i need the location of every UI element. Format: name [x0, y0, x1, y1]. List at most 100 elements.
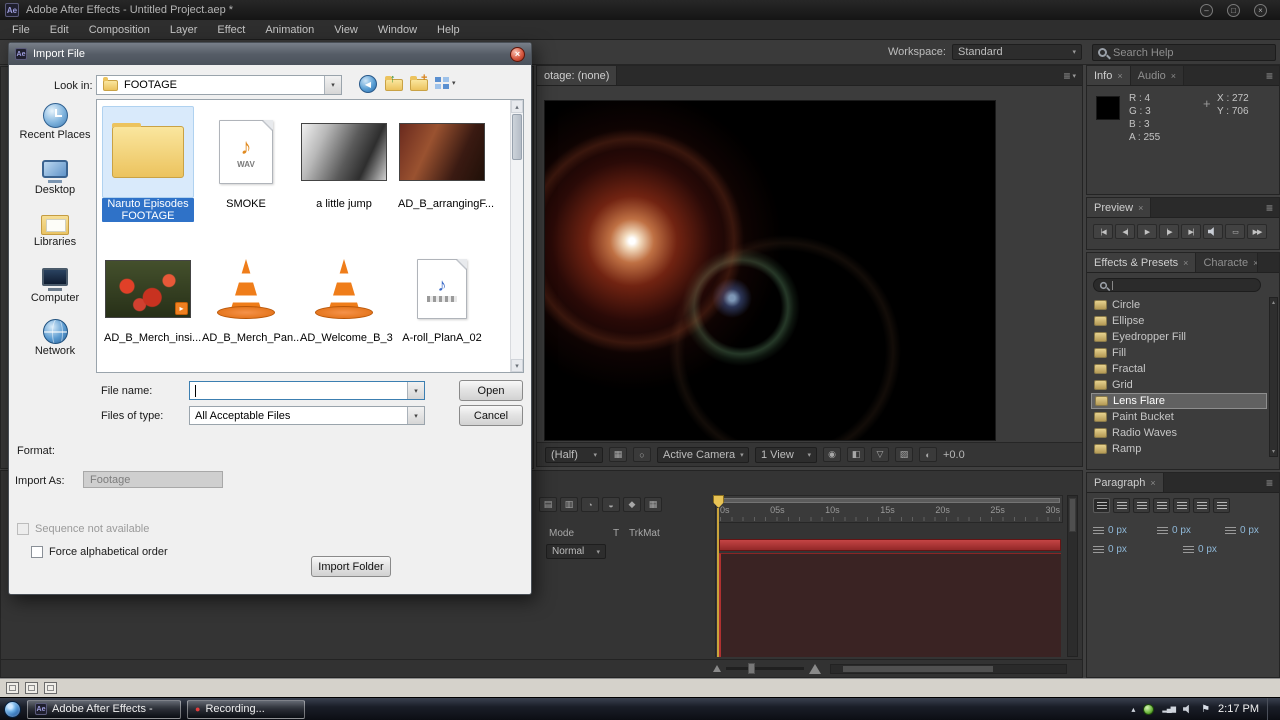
close-icon[interactable]: ×: [1150, 478, 1155, 488]
taskbar-item-recording[interactable]: ● Recording...: [187, 699, 305, 719]
zoom-in-icon[interactable]: [809, 663, 821, 674]
effect-item-circle[interactable]: Circle: [1091, 297, 1267, 313]
minimize-button[interactable]: –: [1200, 3, 1213, 17]
first-line-indent-value[interactable]: 0 px: [1172, 525, 1191, 536]
t-column-header[interactable]: T: [613, 528, 619, 539]
panel-menu-icon[interactable]: ≡: [1260, 198, 1279, 217]
align-left-button[interactable]: [1093, 498, 1110, 513]
place-desktop[interactable]: Desktop: [19, 157, 91, 211]
mode-column-header[interactable]: Mode: [549, 528, 574, 539]
scrollbar-thumb[interactable]: [843, 665, 993, 672]
timeline-horizontal-scrollbar[interactable]: [830, 663, 1067, 674]
scroll-up-icon[interactable]: ▴: [511, 100, 523, 113]
close-icon[interactable]: ×: [1117, 71, 1122, 81]
place-network[interactable]: Network: [19, 319, 91, 373]
chevron-down-icon[interactable]: ▾: [407, 382, 424, 399]
file-item-smoke[interactable]: ♪ WAV SMOKE: [199, 106, 293, 210]
indent-right-value[interactable]: 0 px: [1240, 525, 1259, 536]
grid-options-icon[interactable]: ▦: [609, 447, 627, 462]
effect-item-lens-flare[interactable]: Lens Flare: [1091, 393, 1267, 409]
tab-paragraph[interactable]: Paragraph ×: [1087, 473, 1164, 492]
menu-animation[interactable]: Animation: [255, 21, 324, 39]
file-list-scrollbar[interactable]: ▴ ▾: [510, 100, 523, 372]
look-in-dropdown[interactable]: FOOTAGE ▾: [96, 75, 342, 95]
panel-menu-icon[interactable]: ≡: [1260, 473, 1279, 492]
back-button[interactable]: ◀: [359, 75, 377, 93]
close-button[interactable]: ×: [1254, 3, 1267, 17]
tray-expand-icon[interactable]: ▴: [1131, 705, 1135, 714]
mask-visibility-icon[interactable]: ○: [633, 447, 651, 462]
zoom-slider-handle[interactable]: [747, 663, 755, 674]
search-help-box[interactable]: Search Help: [1092, 44, 1276, 61]
ram-preview-button[interactable]: ▶▶: [1247, 224, 1267, 239]
menu-layer[interactable]: Layer: [160, 21, 208, 39]
resolution-icon[interactable]: ▽: [871, 447, 889, 462]
scroll-up-icon[interactable]: ▴: [1272, 299, 1275, 306]
align-right-button[interactable]: [1133, 498, 1150, 513]
tab-info[interactable]: Info ×: [1087, 66, 1131, 85]
scrollbar-thumb[interactable]: [512, 114, 522, 160]
close-icon[interactable]: ×: [1138, 203, 1143, 213]
file-name-input[interactable]: ▾: [189, 381, 425, 400]
blend-mode-dropdown[interactable]: Normal ▾: [546, 544, 606, 559]
effects-search-input[interactable]: [1093, 278, 1261, 292]
show-desktop-button[interactable]: [1267, 698, 1274, 720]
justify-last-right-button[interactable]: [1193, 498, 1210, 513]
clock[interactable]: 2:17 PM: [1218, 703, 1259, 715]
close-icon[interactable]: ×: [1183, 258, 1188, 268]
next-frame-button[interactable]: |▶: [1159, 224, 1179, 239]
camera-dropdown[interactable]: Active Camera ▾: [657, 446, 749, 463]
last-frame-button[interactable]: ▶|: [1181, 224, 1201, 239]
start-button[interactable]: [4, 700, 21, 718]
effect-item-grid[interactable]: Grid: [1091, 377, 1267, 393]
space-before-value[interactable]: 0 px: [1108, 544, 1127, 555]
frame-blend-icon[interactable]: ◒: [602, 497, 620, 512]
alphabetical-checkbox[interactable]: Force alphabetical order: [31, 546, 168, 558]
statusbar-icon-3[interactable]: [44, 682, 57, 694]
menu-help[interactable]: Help: [427, 21, 470, 39]
file-item-a-little-jump[interactable]: a little jump: [297, 106, 391, 210]
loop-button[interactable]: ▭: [1225, 224, 1245, 239]
file-item-naruto-episodes-footage[interactable]: Naruto Episodes FOOTAGE: [101, 106, 195, 222]
tab-preview[interactable]: Preview ×: [1087, 198, 1152, 217]
magnification-dropdown[interactable]: (Half) ▾: [545, 446, 603, 463]
time-ruler[interactable]: 0s 05s 10s 15s 20s 25s 30s: [717, 495, 1063, 523]
close-icon[interactable]: ×: [1171, 71, 1176, 81]
effects-list-scrollbar[interactable]: ▴ ▾: [1269, 297, 1278, 457]
effect-item-paint-bucket[interactable]: Paint Bucket: [1091, 409, 1267, 425]
graph-editor-icon[interactable]: ▦: [644, 497, 662, 512]
space-after-value[interactable]: 0 px: [1198, 544, 1217, 555]
up-one-level-button[interactable]: ↑: [385, 73, 405, 93]
effect-item-ellipse[interactable]: Ellipse: [1091, 313, 1267, 329]
place-computer[interactable]: Computer: [19, 265, 91, 319]
menu-edit[interactable]: Edit: [40, 21, 79, 39]
view-menu-button[interactable]: ▾: [435, 77, 456, 89]
menu-file[interactable]: File: [2, 21, 40, 39]
close-icon[interactable]: ×: [1253, 258, 1257, 268]
menu-effect[interactable]: Effect: [207, 21, 255, 39]
panel-menu-icon[interactable]: ≡ ▾: [1057, 66, 1082, 85]
file-item-ad-b-arrangingf[interactable]: AD_B_arrangingF...: [395, 106, 494, 210]
effect-item-fractal[interactable]: Fractal: [1091, 361, 1267, 377]
play-button[interactable]: ▶: [1137, 224, 1157, 239]
effect-item-fill[interactable]: Fill: [1091, 345, 1267, 361]
import-folder-button[interactable]: Import Folder: [311, 556, 391, 577]
view-layout-dropdown[interactable]: 1 View ▾: [755, 446, 817, 463]
file-item-a-roll-plana-02[interactable]: ♪ A-roll_PlanA_02: [395, 246, 489, 344]
file-item-ad-b-merch-insi[interactable]: ▸ AD_B_Merch_insi...: [101, 246, 201, 344]
statusbar-icon-1[interactable]: [6, 682, 19, 694]
files-of-type-dropdown[interactable]: All Acceptable Files ▾: [189, 406, 425, 425]
dialog-close-button[interactable]: ×: [510, 46, 525, 62]
cancel-button[interactable]: Cancel: [459, 405, 523, 426]
exposure-icon[interactable]: ◐: [919, 447, 937, 462]
justify-last-center-button[interactable]: [1173, 498, 1190, 513]
work-area-bar[interactable]: [720, 498, 1060, 503]
action-center-flag-icon[interactable]: ⚑: [1201, 704, 1210, 715]
scroll-down-icon[interactable]: ▾: [511, 359, 523, 372]
effect-item-ramp[interactable]: Ramp: [1091, 441, 1267, 457]
trkmat-column-header[interactable]: TrkMat: [629, 528, 660, 539]
file-item-ad-b-merch-pan[interactable]: AD_B_Merch_Pan...: [199, 246, 302, 344]
snapshot-icon[interactable]: ◉: [823, 447, 841, 462]
zoom-out-icon[interactable]: [713, 665, 721, 672]
exposure-value[interactable]: +0.0: [943, 449, 965, 461]
